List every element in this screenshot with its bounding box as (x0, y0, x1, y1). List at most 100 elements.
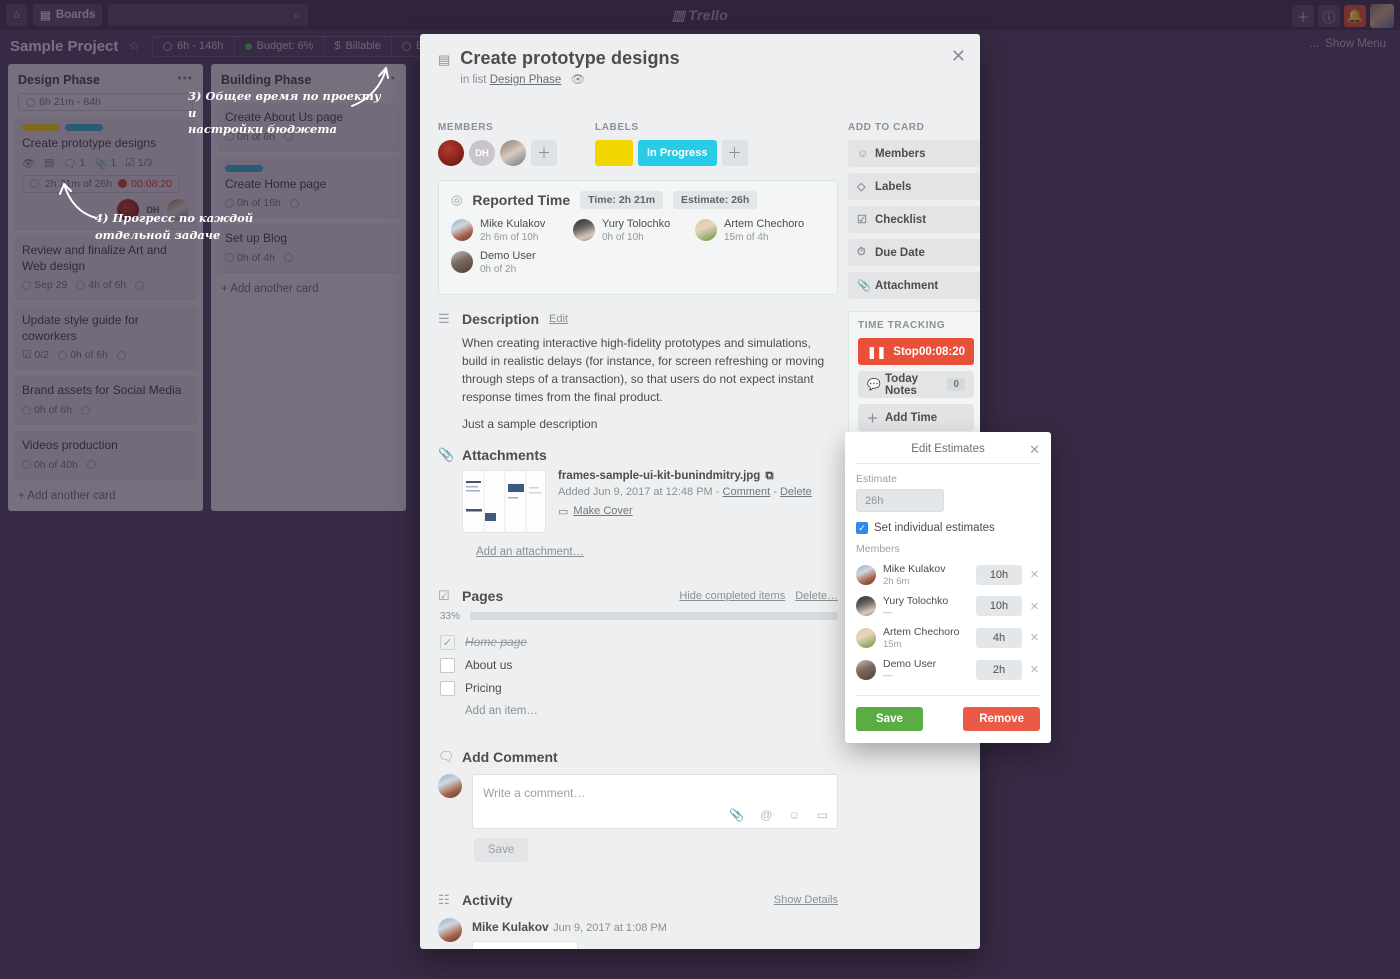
time-badge-item: 0h of 6h (22, 404, 72, 416)
close-icon[interactable]: ✕ (1029, 600, 1040, 613)
add-member-button[interactable]: ＋ (531, 140, 557, 166)
external-link-icon[interactable]: ⧉ (765, 470, 773, 483)
add-label-button[interactable]: ＋ (721, 140, 748, 166)
add-card-button[interactable]: + Add another card (14, 486, 197, 507)
card-icon[interactable]: ▭ (817, 808, 828, 822)
add-members-button[interactable]: ☺ Members (848, 140, 980, 167)
star-icon[interactable]: ☆ (128, 38, 140, 54)
estimate-value-input[interactable]: 10h (976, 596, 1022, 617)
list-item[interactable]: Demo User 0h of 2h (451, 250, 573, 275)
add-attachment-button[interactable]: 📎 Attachment (848, 272, 980, 299)
stop-timer-button[interactable]: ❚❚ Stop 00:08:20 (858, 338, 974, 365)
list-item[interactable]: Create About Us page 0h of 6h (217, 103, 400, 151)
estimate-value-input[interactable]: 4h (976, 627, 1022, 648)
checkbox-unchecked[interactable] (440, 657, 455, 673)
card-badges: 0h of 16h (225, 197, 392, 209)
estimate-value-input[interactable]: 10h (976, 564, 1022, 585)
checkbox-unchecked[interactable] (440, 680, 455, 696)
add-time-button[interactable]: ＋ Add Time (858, 404, 974, 431)
avatar[interactable] (438, 140, 464, 166)
activity-author[interactable]: Mike Kulakov (472, 920, 549, 934)
list-item[interactable]: Create prototype designs 👁 ▤ 🗨 1 📎 1 ☑ 1… (14, 117, 197, 230)
list-item[interactable]: Review and finalize Art and Web design S… (14, 236, 197, 300)
list-item[interactable]: Yury Tolochko 0h of 10h (573, 218, 695, 243)
avatar (438, 773, 462, 798)
list-link[interactable]: Design Phase (490, 74, 562, 86)
set-individual-estimates-checkbox[interactable]: ✓ Set individual estimates (856, 522, 1040, 534)
avatar[interactable]: DH (142, 199, 164, 222)
add-checklist-button[interactable]: ☑ Checklist (848, 206, 980, 233)
checklist-item[interactable]: About us (438, 654, 838, 677)
attachment-thumbnail[interactable] (462, 469, 546, 533)
time-icon (225, 132, 234, 142)
mention-icon[interactable]: @ (760, 808, 772, 822)
nav-right-actions: ＋ ⓘ 🔔 (1292, 4, 1394, 28)
ellipsis-icon[interactable]: ••• (177, 72, 193, 84)
card-badges: 0h of 4h (225, 252, 392, 264)
info-button[interactable]: ⓘ (1318, 5, 1340, 27)
show-details-link[interactable]: Show Details (774, 894, 838, 906)
emoji-icon[interactable]: ☺ (788, 808, 800, 822)
close-icon[interactable]: ✕ (951, 46, 966, 67)
list-item[interactable]: Brand assets for Social Media 0h of 6h (14, 376, 197, 425)
list-item[interactable]: Update style guide for coworkers ☑ 0/2 0… (14, 306, 197, 370)
label-chip-yellow[interactable] (595, 140, 633, 166)
avatar[interactable]: DH (469, 140, 495, 166)
list-item[interactable]: Create Home page 0h of 16h (217, 157, 400, 218)
estimate-input[interactable]: 26h (856, 489, 944, 512)
board-budget-label: Budget: 6% (256, 40, 314, 52)
add-button[interactable]: ＋ (1292, 5, 1314, 27)
comment-input[interactable]: Write a comment… 📎 @ ☺ ▭ (472, 773, 838, 829)
hide-completed-link[interactable]: Hide completed items (679, 590, 785, 602)
label-yellow[interactable] (22, 124, 60, 131)
edit-description-link[interactable]: Edit (549, 313, 568, 325)
list-item[interactable]: Artem Chechoro 15m of 4h (695, 218, 817, 243)
list-time-badge[interactable]: 6h 21m - 84h (18, 93, 193, 111)
attachment-comment-link[interactable]: Comment (723, 486, 771, 498)
add-card-button[interactable]: + Add another card (217, 279, 400, 300)
attachment-filename[interactable]: frames-sample-ui-kit-bunindmitry.jpg (558, 470, 760, 482)
add-checklist-item-link[interactable]: Add an item… (438, 705, 838, 717)
list-item[interactable]: Mike Kulakov 2h 6m of 10h (451, 218, 573, 243)
save-button[interactable]: Save (856, 707, 923, 732)
notifications-button[interactable]: 🔔 (1344, 5, 1366, 27)
label-chip-in-progress[interactable]: In Progress (638, 140, 717, 166)
add-due-date-button[interactable]: ⏱ Due Date (848, 239, 980, 266)
make-cover-button[interactable]: ▭ Make Cover (558, 505, 812, 518)
add-due-date-label: Due Date (875, 246, 925, 259)
checkbox-checked[interactable]: ✓ (856, 522, 868, 534)
attachment-item[interactable]: frames-sample-ui-kit-bunindmitry.jpg ⧉ A… (438, 469, 838, 533)
show-menu-button[interactable]: ... Show Menu (1310, 38, 1386, 50)
label-blue[interactable] (65, 124, 103, 131)
board-billable-chip[interactable]: $ Billable (324, 35, 392, 57)
list-item[interactable]: Set up Blog 0h of 4h (217, 224, 400, 272)
avatar[interactable] (167, 199, 189, 222)
user-avatar[interactable] (1370, 4, 1394, 28)
avatar[interactable] (117, 199, 139, 222)
close-icon[interactable]: ✕ (1029, 631, 1040, 644)
ellipsis-icon[interactable]: ••• (380, 72, 396, 84)
avatar[interactable] (500, 140, 526, 166)
attachments-section: 📎 Attachments frames-sample-ui-kit-bunin… (438, 447, 838, 558)
add-labels-button[interactable]: ◇ Labels (848, 173, 980, 200)
card-time-badge[interactable]: 2h 21m of 26h 00:08:20 (22, 174, 181, 193)
checkbox-checked[interactable]: ✓ (440, 634, 455, 650)
attachment-delete-link[interactable]: Delete (780, 486, 812, 498)
checklist-item[interactable]: Pricing (438, 677, 838, 700)
board-budget-chip[interactable]: Budget: 6% (235, 35, 325, 57)
remove-button[interactable]: Remove (963, 707, 1040, 732)
attachment-icon[interactable]: 📎 (729, 808, 744, 822)
delete-checklist-link[interactable]: Delete… (795, 590, 838, 602)
add-attachment-link[interactable]: Add an attachment… (438, 546, 838, 558)
estimate-value-input[interactable]: 2h (976, 659, 1022, 680)
save-comment-button[interactable]: Save (474, 837, 529, 862)
list-item[interactable]: Videos production 0h of 40h (14, 431, 197, 479)
close-icon[interactable]: ✕ (1029, 568, 1040, 581)
close-icon[interactable]: ✕ (1029, 663, 1040, 676)
checklist-item[interactable]: ✓ Home page (438, 631, 838, 654)
board-time-chip[interactable]: 6h - 148h (153, 35, 235, 57)
eye-icon[interactable]: 👁 (571, 74, 586, 86)
close-icon[interactable]: ✕ (1029, 442, 1040, 458)
today-notes-button[interactable]: 💬 Today Notes 0 (858, 371, 974, 398)
label-blue[interactable] (225, 164, 263, 172)
